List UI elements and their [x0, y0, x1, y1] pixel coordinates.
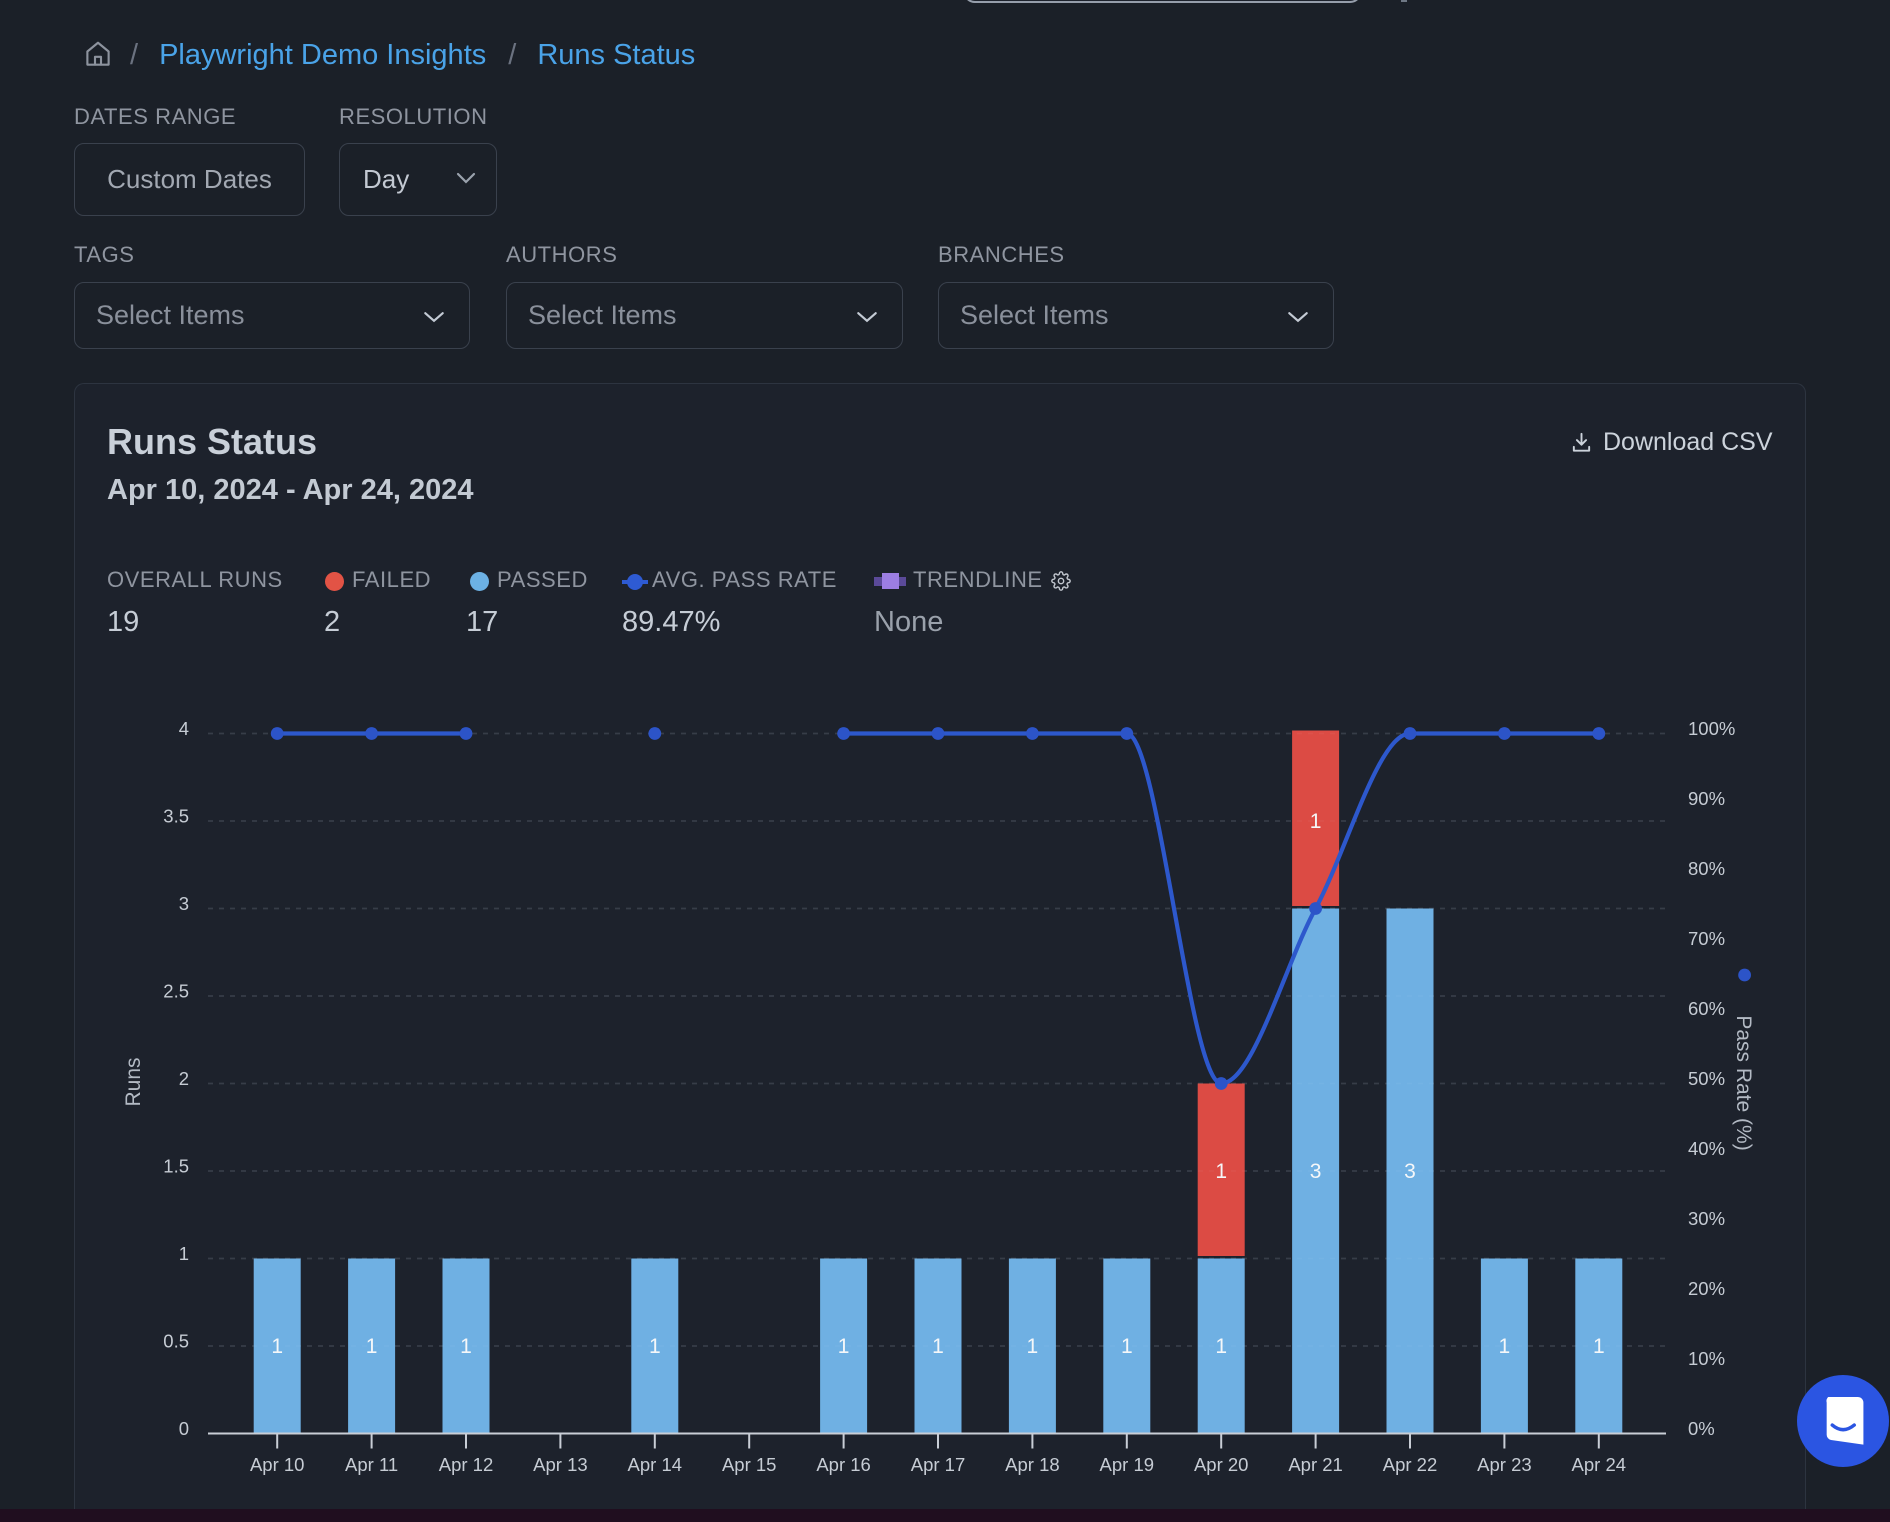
svg-text:Apr 21: Apr 21: [1288, 1454, 1343, 1475]
svg-text:Pass Rate (%): Pass Rate (%): [1732, 1015, 1755, 1150]
svg-text:90%: 90%: [1688, 788, 1725, 809]
svg-text:0: 0: [179, 1418, 189, 1439]
svg-text:40%: 40%: [1688, 1138, 1725, 1159]
svg-text:Apr 17: Apr 17: [911, 1454, 966, 1475]
svg-text:Apr 23: Apr 23: [1477, 1454, 1532, 1475]
svg-text:Apr 16: Apr 16: [816, 1454, 871, 1475]
svg-text:Apr 10: Apr 10: [250, 1454, 305, 1475]
svg-text:Apr 13: Apr 13: [533, 1454, 588, 1475]
svg-text:2: 2: [179, 1068, 189, 1089]
svg-text:Apr 22: Apr 22: [1383, 1454, 1438, 1475]
svg-text:Apr 24: Apr 24: [1572, 1454, 1627, 1475]
svg-text:20%: 20%: [1688, 1278, 1725, 1299]
svg-text:0%: 0%: [1688, 1418, 1715, 1439]
svg-text:3: 3: [179, 893, 189, 914]
svg-text:30%: 30%: [1688, 1208, 1725, 1229]
svg-text:2.5: 2.5: [163, 981, 189, 1002]
svg-text:1: 1: [179, 1243, 189, 1264]
svg-text:3.5: 3.5: [163, 806, 189, 827]
svg-text:60%: 60%: [1688, 998, 1725, 1019]
svg-text:4: 4: [179, 718, 189, 739]
svg-text:Apr 19: Apr 19: [1100, 1454, 1155, 1475]
svg-text:10%: 10%: [1688, 1348, 1725, 1369]
svg-text:80%: 80%: [1688, 858, 1725, 879]
svg-text:Apr 11: Apr 11: [345, 1454, 398, 1475]
svg-text:70%: 70%: [1688, 928, 1725, 949]
svg-text:Apr 14: Apr 14: [628, 1454, 683, 1475]
svg-text:1.5: 1.5: [163, 1156, 189, 1177]
svg-text:Apr 15: Apr 15: [722, 1454, 777, 1475]
svg-text:100%: 100%: [1688, 718, 1735, 739]
svg-text:Apr 18: Apr 18: [1005, 1454, 1060, 1475]
svg-text:50%: 50%: [1688, 1068, 1725, 1089]
svg-text:Apr 12: Apr 12: [439, 1454, 494, 1475]
svg-text:Runs: Runs: [122, 1057, 145, 1106]
svg-text:0.5: 0.5: [163, 1331, 189, 1352]
svg-text:Apr 20: Apr 20: [1194, 1454, 1249, 1475]
